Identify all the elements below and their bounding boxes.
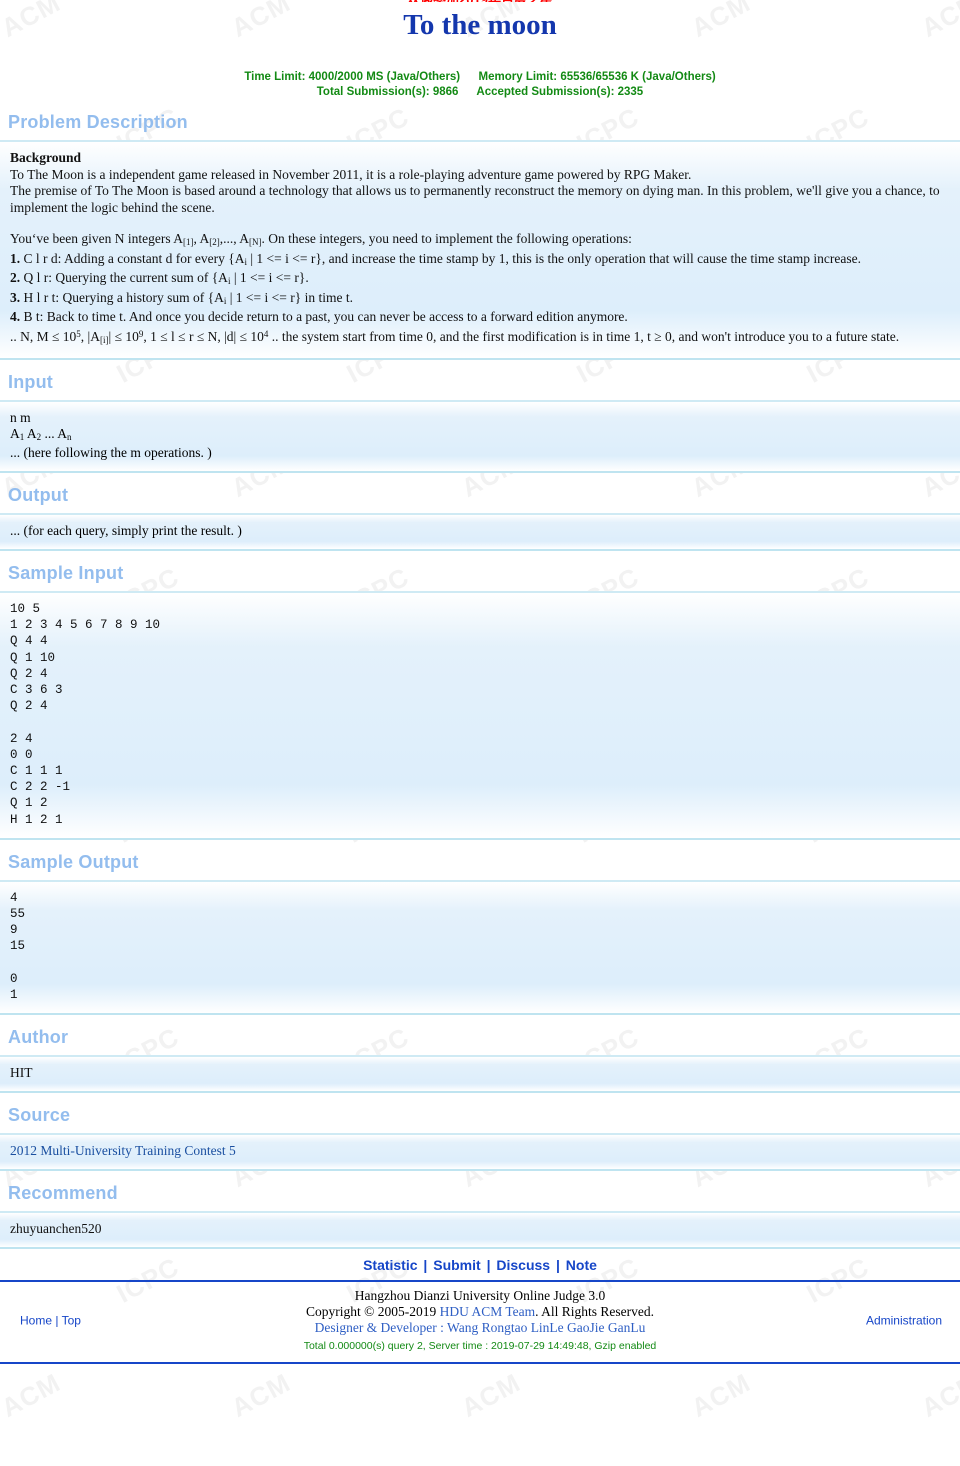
panel-problem-description: Background To The Moon is a independent … bbox=[0, 140, 960, 360]
administration-link[interactable]: Administration bbox=[866, 1314, 942, 1328]
hdu-acm-team-link[interactable]: HDU ACM Team bbox=[440, 1304, 536, 1319]
section-heading-sample-input: Sample Input bbox=[8, 563, 124, 583]
submit-link[interactable]: Submit bbox=[433, 1257, 480, 1273]
watermark-text: ACM bbox=[456, 1367, 526, 1423]
panel-author: HIT bbox=[0, 1055, 960, 1094]
author-content: HIT bbox=[10, 1065, 33, 1081]
home-link[interactable]: Home bbox=[20, 1314, 52, 1328]
constraints-line: .. N, M ≤ 105, |A[i]| ≤ 109, 1 ≤ l ≤ r ≤… bbox=[10, 328, 900, 345]
section-heading-problem-description: Problem Description bbox=[8, 112, 188, 132]
footer-server-stats: Total 0.000000(s) query 2, Server time :… bbox=[303, 1340, 657, 1353]
memory-limit: Memory Limit: 65536/65536 K (Java/Others… bbox=[478, 71, 716, 83]
panel-sample-output: 4 55 9 15 0 1 bbox=[0, 879, 960, 1016]
time-limit: Time Limit: 4000/2000 MS (Java/Others) bbox=[244, 71, 461, 83]
section-heading-input: Input bbox=[8, 372, 53, 392]
watermark-text: ACM bbox=[916, 1367, 960, 1423]
footer-designer: Designer & Developer : Wang Rongtao LinL… bbox=[314, 1320, 646, 1336]
footer-site-name: Hangzhou Dianzi University Online Judge … bbox=[354, 1288, 606, 1304]
section-author: Author HIT bbox=[0, 1015, 960, 1094]
description-para-2: The premise of To The Moon is based arou… bbox=[10, 183, 940, 215]
output-line-1: ... (for each query, simply print the re… bbox=[10, 523, 242, 538]
top-link[interactable]: Top bbox=[62, 1314, 81, 1328]
input-line-3: ... (here following the m operations. ) bbox=[10, 445, 212, 460]
page-root: To the moon Time Limit: 4000/2000 MS (Ja… bbox=[0, 0, 960, 1365]
footer-copyright: Copyright © 2005-2019 HDU ACM Team. All … bbox=[305, 1304, 655, 1320]
section-input: Input n m A1 A2 ... An ... (here followi… bbox=[0, 360, 960, 473]
section-heading-author: Author bbox=[8, 1027, 69, 1048]
watermark-text: ACM bbox=[0, 1367, 66, 1423]
section-sample-input: Sample Input 10 5 1 2 3 4 5 6 7 8 9 10 Q… bbox=[0, 551, 960, 840]
sample-output-content: 4 55 9 15 0 1 bbox=[10, 890, 26, 1003]
link-separator: | bbox=[486, 1257, 491, 1274]
watermark-text: ACM bbox=[686, 1367, 756, 1423]
total-submissions: Total Submission(s): 9866 bbox=[316, 86, 459, 98]
top-notice-banner: 欢迎参加2019年百度之星 bbox=[0, 0, 960, 2]
input-line-2: A1 A2 ... An bbox=[10, 426, 72, 442]
watermark-text: ACM bbox=[226, 1367, 296, 1423]
section-recommend: Recommend zhuyuanchen520 bbox=[0, 1171, 960, 1250]
footer-center-block: Hangzhou Dianzi University Online Judge … bbox=[0, 1288, 960, 1354]
problem-limits: Time Limit: 4000/2000 MS (Java/Others) M… bbox=[0, 70, 960, 100]
panel-input: n m A1 A2 ... An ... (here following the… bbox=[0, 400, 960, 473]
panel-source: 2012 Multi-University Training Contest 5 bbox=[0, 1133, 960, 1172]
accepted-submissions: Accepted Submission(s): 2335 bbox=[476, 86, 644, 98]
section-heading-recommend: Recommend bbox=[8, 1183, 118, 1204]
operation-item: 3. H l r t: Querying a history sum of {A… bbox=[10, 289, 353, 306]
sample-input-content: 10 5 1 2 3 4 5 6 7 8 9 10 Q 4 4 Q 1 10 Q… bbox=[10, 602, 161, 827]
discuss-link[interactable]: Discuss bbox=[496, 1257, 550, 1273]
page-title: To the moon bbox=[403, 9, 557, 41]
section-source: Source 2012 Multi-University Training Co… bbox=[0, 1093, 960, 1172]
note-link[interactable]: Note bbox=[566, 1257, 597, 1273]
panel-recommend: zhuyuanchen520 bbox=[0, 1211, 960, 1250]
footer-left-links: Home | Top bbox=[20, 1314, 81, 1328]
operation-item: 4. B t: Back to time t. And once you dec… bbox=[10, 309, 628, 324]
footer: Home | Top Hangzhou Dianzi University On… bbox=[0, 1282, 960, 1365]
section-problem-description: Problem Description Background To The Mo… bbox=[0, 100, 960, 360]
input-line-1: n m bbox=[10, 410, 31, 425]
section-heading-source: Source bbox=[8, 1105, 71, 1126]
footer-link-bar: Statistic | Submit | Discuss | Note bbox=[0, 1249, 960, 1283]
statistic-link[interactable]: Statistic bbox=[363, 1257, 417, 1273]
operation-item: 1. C l r d: Adding a constant d for ever… bbox=[10, 250, 861, 267]
recommend-content: zhuyuanchen520 bbox=[10, 1221, 102, 1237]
description-para-3: You‘ve been given N integers A[1], A[2],… bbox=[10, 231, 632, 247]
link-separator: | bbox=[55, 1313, 59, 1328]
panel-output: ... (for each query, simply print the re… bbox=[0, 513, 960, 551]
section-heading-output: Output bbox=[8, 485, 69, 505]
section-heading-sample-output: Sample Output bbox=[8, 851, 139, 872]
link-separator: | bbox=[423, 1257, 428, 1274]
link-separator: | bbox=[555, 1257, 560, 1274]
section-output: Output ... (for each query, simply print… bbox=[0, 473, 960, 551]
footer-right-links: Administration bbox=[866, 1314, 942, 1328]
source-link[interactable]: 2012 Multi-University Training Contest 5 bbox=[10, 1143, 236, 1158]
panel-sample-input: 10 5 1 2 3 4 5 6 7 8 9 10 Q 4 4 Q 1 10 Q… bbox=[0, 591, 960, 840]
background-label: Background bbox=[10, 150, 82, 165]
description-para-1: To The Moon is a independent game releas… bbox=[10, 166, 692, 182]
section-sample-output: Sample Output 4 55 9 15 0 1 bbox=[0, 840, 960, 1016]
operation-item: 2. Q l r: Querying the current sum of {A… bbox=[10, 270, 309, 286]
